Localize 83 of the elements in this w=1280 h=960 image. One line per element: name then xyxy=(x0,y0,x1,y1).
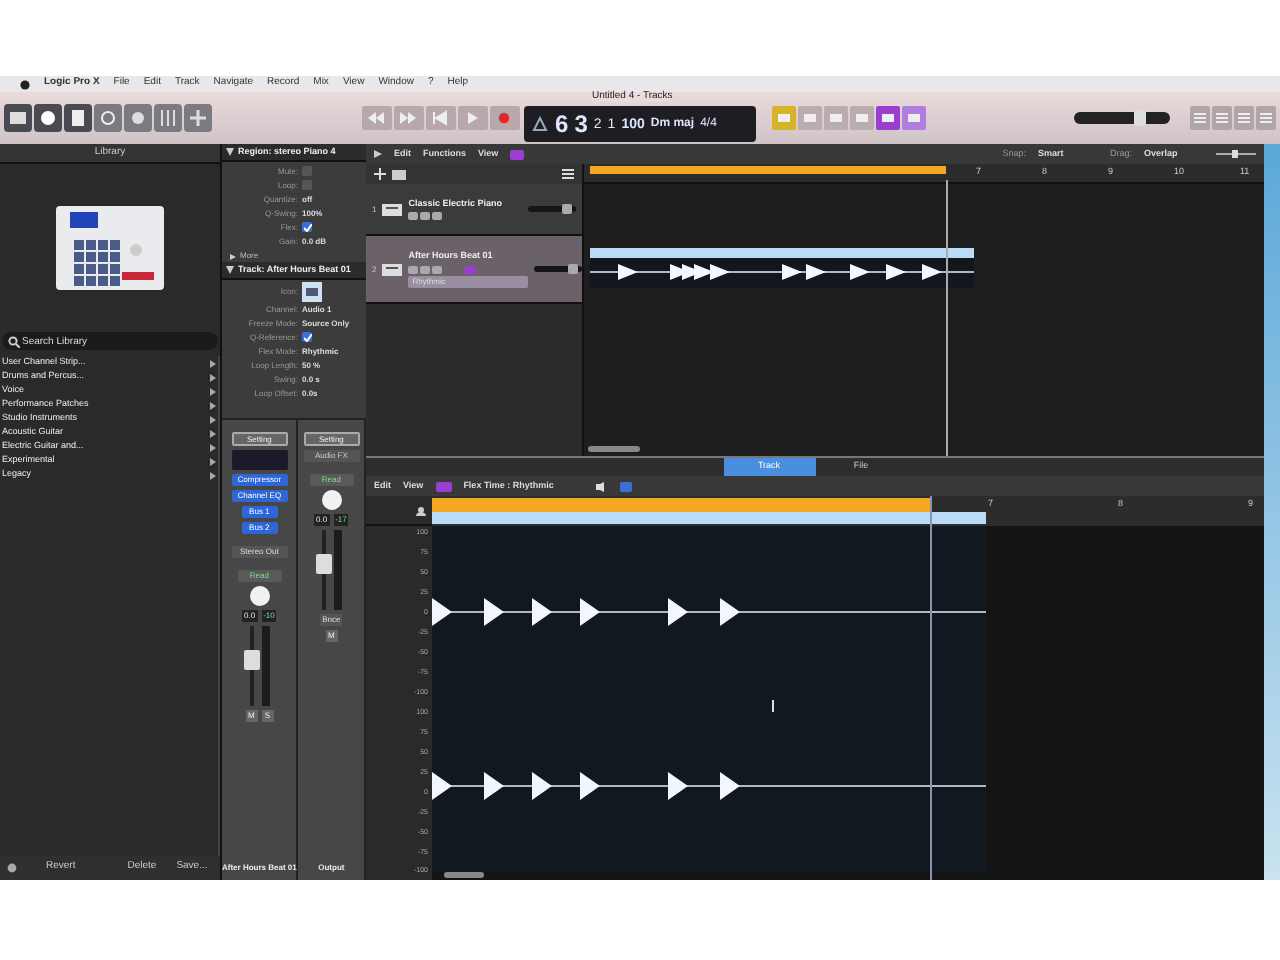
solo-button[interactable] xyxy=(420,265,431,274)
scrollbar[interactable] xyxy=(444,872,484,878)
count-in-button[interactable] xyxy=(849,106,873,130)
checkmark-icon xyxy=(303,223,311,231)
speaker-icon xyxy=(595,481,608,491)
catch-button[interactable] xyxy=(510,149,525,159)
mute-button[interactable] xyxy=(408,265,419,274)
lcd-value: 3 xyxy=(574,112,588,136)
flex-button[interactable] xyxy=(435,481,452,491)
fader-thumb[interactable] xyxy=(243,650,260,670)
eq-display xyxy=(231,450,288,470)
track-volume-slider[interactable] xyxy=(528,206,576,212)
cycle-button[interactable] xyxy=(875,106,899,130)
list-icon xyxy=(562,168,574,180)
smart-controls-button[interactable] xyxy=(124,104,152,132)
help-button[interactable] xyxy=(94,104,122,132)
add-icon xyxy=(374,168,386,180)
browser-button[interactable] xyxy=(1256,106,1276,130)
zoom-slider-icon xyxy=(1216,150,1256,158)
apple-icon xyxy=(20,78,30,90)
loops-icon xyxy=(1238,112,1250,124)
audio-region[interactable] xyxy=(590,248,974,288)
pan-knob[interactable] xyxy=(249,586,270,606)
library-button[interactable] xyxy=(4,104,32,132)
go-to-start-button[interactable] xyxy=(425,106,455,130)
checkbox[interactable] xyxy=(302,332,312,342)
editors-button[interactable] xyxy=(184,104,212,132)
pan-knob[interactable] xyxy=(321,490,342,510)
level-meter xyxy=(261,626,270,706)
link-button[interactable] xyxy=(619,481,632,491)
cycle-icon xyxy=(879,112,895,124)
arrow-icon xyxy=(374,150,382,158)
tuner-button[interactable] xyxy=(797,106,821,130)
slider-thumb[interactable] xyxy=(562,204,572,214)
checkmark-icon xyxy=(303,333,311,341)
slider-thumb[interactable] xyxy=(568,264,579,274)
volume-thumb[interactable] xyxy=(1134,110,1147,126)
list-button[interactable] xyxy=(1190,106,1210,130)
record-enable-button[interactable] xyxy=(432,265,443,274)
text-cursor xyxy=(772,700,774,712)
notepad-button[interactable] xyxy=(1212,106,1232,130)
list-icon xyxy=(1194,112,1206,124)
inspector-button[interactable] xyxy=(64,104,92,132)
punch-button[interactable] xyxy=(901,106,925,130)
lcd-value: 6 xyxy=(555,112,569,136)
mute-button[interactable] xyxy=(408,212,419,221)
info-button[interactable] xyxy=(34,104,62,132)
editors-icon xyxy=(184,104,212,132)
replace-button[interactable] xyxy=(771,106,795,130)
fader-track[interactable] xyxy=(321,530,326,610)
rewind-button[interactable] xyxy=(361,106,391,130)
search-icon xyxy=(8,335,20,347)
fader-track[interactable] xyxy=(249,626,254,706)
loops-button[interactable] xyxy=(1234,106,1254,130)
solo-icon xyxy=(827,112,843,124)
metronome-icon xyxy=(529,116,549,132)
level-meter xyxy=(333,530,342,610)
fast-forward-button[interactable] xyxy=(393,106,423,130)
drum-machine-drawing xyxy=(50,200,170,296)
keyboard-icon xyxy=(382,201,403,217)
folder-icon xyxy=(392,168,406,180)
punch-icon xyxy=(905,112,921,124)
notepad-icon xyxy=(1216,112,1228,124)
checkbox[interactable] xyxy=(302,166,312,176)
user-icon xyxy=(414,505,428,515)
solo-button[interactable] xyxy=(420,212,431,221)
play-button[interactable] xyxy=(457,106,487,130)
fader-thumb[interactable] xyxy=(315,554,332,574)
browser-icon xyxy=(1260,112,1272,124)
tuner-icon xyxy=(801,112,817,124)
record-button[interactable] xyxy=(489,106,519,130)
drum-machine-icon xyxy=(382,261,403,277)
checkbox[interactable] xyxy=(302,180,312,190)
gear-icon xyxy=(6,862,18,874)
scrollbar[interactable] xyxy=(588,446,640,452)
count-in-icon xyxy=(853,112,869,124)
track-volume-slider[interactable] xyxy=(534,266,583,272)
mixer-button[interactable] xyxy=(154,104,182,132)
master-volume-slider[interactable] xyxy=(1074,112,1170,124)
track-icon xyxy=(302,282,322,302)
checkbox[interactable] xyxy=(302,222,312,232)
record-enable-button[interactable] xyxy=(432,212,443,221)
replace-icon xyxy=(775,112,791,124)
